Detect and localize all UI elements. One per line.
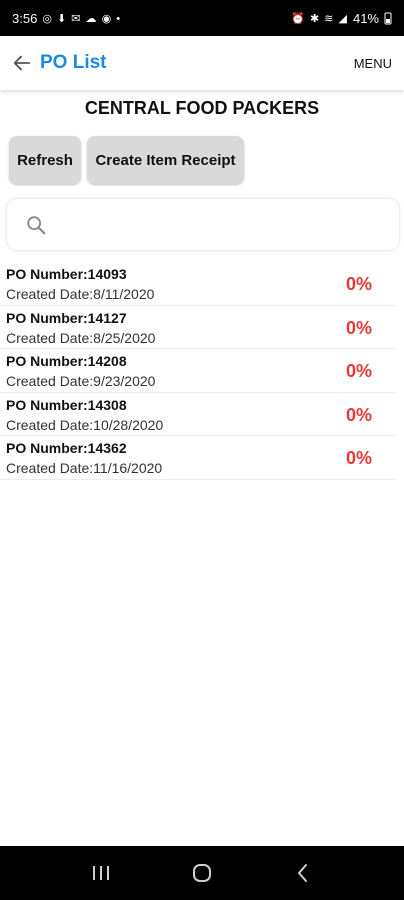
battery-icon bbox=[384, 12, 392, 24]
po-percent: 0% bbox=[345, 317, 372, 338]
po-percent: 0% bbox=[345, 448, 372, 468]
status-time: 3:56 bbox=[12, 10, 38, 26]
po-created-date: Created Date:8/11/2020 bbox=[6, 286, 155, 302]
search-box bbox=[7, 199, 399, 250]
company-name: CENTRAL FOOD PACKERS bbox=[84, 98, 320, 118]
notification-icons: ◎ ⬇ ✉ ☁ ◉ • bbox=[42, 12, 122, 25]
action-buttons: Refresh Create Item Receipt bbox=[9, 136, 244, 184]
po-percent: 0% bbox=[345, 274, 372, 294]
create-item-receipt-button[interactable]: Create Item Receipt bbox=[87, 136, 244, 184]
page-title: PO List bbox=[40, 52, 107, 73]
status-right: ⏰ ✱ ≋ ◢ 41% bbox=[291, 11, 392, 26]
status-left: 3:56 ◎ ⬇ ✉ ☁ ◉ • bbox=[12, 11, 121, 26]
po-number: PO Number:14362 bbox=[6, 440, 127, 456]
list-item[interactable]: PO Number:14093 Created Date:8/11/2020 0… bbox=[0, 262, 396, 306]
po-created-date: Created Date:8/25/2020 bbox=[6, 329, 156, 346]
chevron-left-icon bbox=[298, 864, 308, 882]
battery-level: 41% bbox=[352, 10, 379, 26]
list-item[interactable]: PO Number:14308 Created Date:10/28/2020 … bbox=[0, 393, 396, 436]
po-percent: 0% bbox=[345, 361, 372, 381]
back-nav-button[interactable] bbox=[283, 853, 323, 893]
po-number: PO Number:14208 bbox=[6, 353, 127, 369]
status-bar: 3:56 ◎ ⬇ ✉ ☁ ◉ • ⏰ ✱ ≋ ◢ 41% bbox=[0, 0, 404, 36]
po-created-date: Created Date:9/23/2020 bbox=[6, 373, 156, 389]
arrow-left-icon bbox=[13, 55, 31, 71]
search-input[interactable] bbox=[47, 199, 399, 250]
home-button[interactable] bbox=[182, 853, 222, 893]
refresh-button[interactable]: Refresh bbox=[9, 136, 81, 184]
list-item[interactable]: PO Number:14362 Created Date:11/16/2020 … bbox=[0, 436, 396, 480]
po-number: PO Number:14308 bbox=[6, 396, 127, 413]
po-number: PO Number:14093 bbox=[6, 266, 127, 282]
home-icon bbox=[192, 864, 211, 882]
menu-button[interactable]: MENU bbox=[354, 56, 392, 71]
list-item[interactable]: PO Number:14208 Created Date:9/23/2020 0… bbox=[0, 349, 396, 393]
po-created-date: Created Date:10/28/2020 bbox=[6, 416, 164, 433]
po-number: PO Number:14127 bbox=[6, 309, 127, 326]
po-created-date: Created Date:11/16/2020 bbox=[6, 460, 163, 476]
po-percent: 0% bbox=[345, 404, 372, 425]
recents-button[interactable] bbox=[81, 853, 121, 893]
back-button[interactable] bbox=[10, 51, 34, 75]
po-list: PO Number:14093 Created Date:8/11/2020 0… bbox=[0, 262, 404, 480]
app-bar: PO List MENU bbox=[0, 36, 404, 90]
list-item[interactable]: PO Number:14127 Created Date:8/25/2020 0… bbox=[0, 306, 396, 349]
system-nav-bar bbox=[0, 846, 404, 900]
search-icon bbox=[27, 215, 46, 234]
recents-icon bbox=[92, 866, 109, 880]
system-icons: ⏰ ✱ ≋ ◢ bbox=[291, 12, 348, 25]
